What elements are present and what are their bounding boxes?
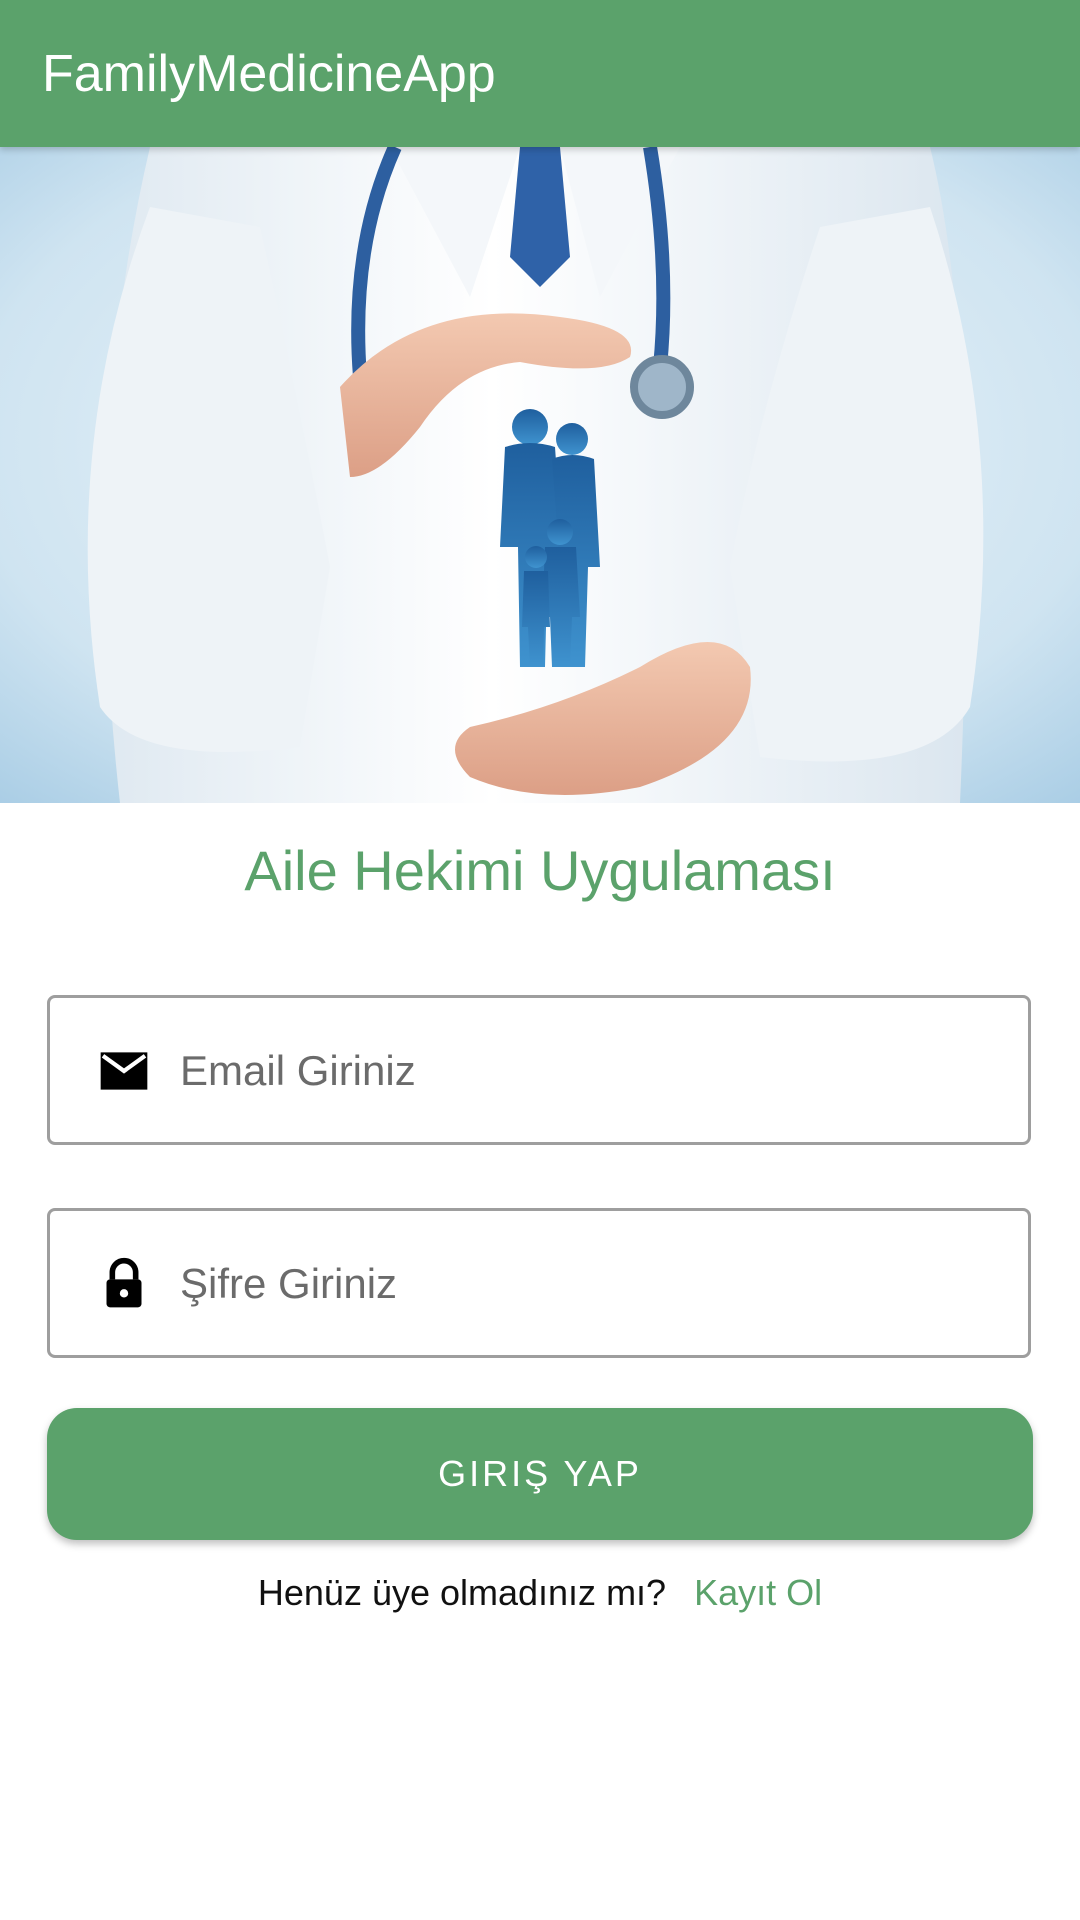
page-heading: Aile Hekimi Uygulaması: [244, 839, 836, 902]
login-button[interactable]: GIRIŞ YAP: [47, 1408, 1033, 1540]
password-field[interactable]: [47, 1208, 1031, 1358]
signup-row: Henüz üye olmadınız mı? Kayıt Ol: [0, 1568, 1080, 1618]
lock-icon: [106, 1257, 142, 1308]
login-screen: FamilyMedicineApp Aile Hekimi Uygulaması…: [0, 0, 1080, 1920]
password-input[interactable]: [180, 1241, 1000, 1327]
signup-link[interactable]: Kayıt Ol: [694, 1572, 822, 1613]
email-field[interactable]: [47, 995, 1031, 1145]
app-title: FamilyMedicineApp: [42, 45, 496, 103]
signup-prompt: Henüz üye olmadınız mı?: [257, 1572, 667, 1613]
app-bar: FamilyMedicineApp: [0, 0, 1080, 147]
hero-image: [0, 147, 1080, 803]
email-input[interactable]: [180, 1028, 1000, 1114]
mail-icon: [100, 1052, 148, 1090]
